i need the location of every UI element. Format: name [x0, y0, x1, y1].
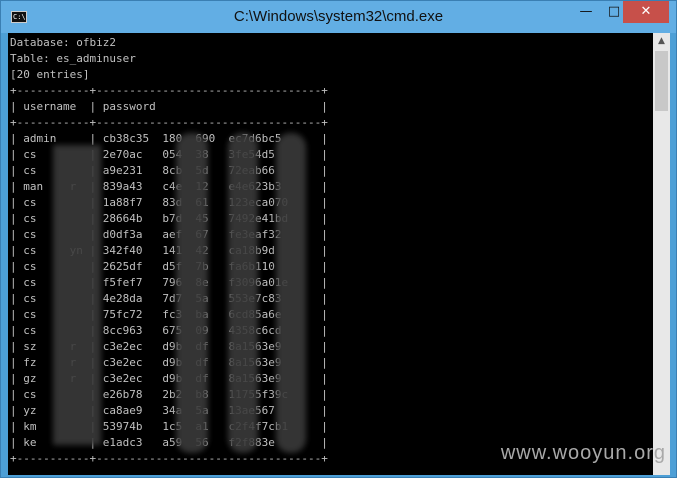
console-line: [20 entries]	[10, 68, 90, 81]
redaction-blur-password-3	[276, 133, 306, 453]
redaction-blur-username	[53, 145, 101, 445]
vertical-scrollbar[interactable]: ▲	[653, 33, 670, 475]
console-line: Database: ofbiz2	[10, 36, 116, 49]
close-button[interactable]: ✕	[623, 1, 669, 23]
table-header: | username | password |	[10, 100, 328, 113]
table-border: +-----------+---------------------------…	[10, 116, 328, 129]
console-output[interactable]: Database: ofbiz2 Table: es_adminuser [20 e…	[8, 33, 653, 475]
minimize-button[interactable]: —	[572, 1, 600, 23]
console-line: Table: es_adminuser	[10, 52, 136, 65]
cmd-window: C:\ C:\Windows\system32\cmd.exe — □ ✕ Da…	[0, 0, 677, 478]
watermark-text: www.wooyun.org	[500, 442, 666, 464]
title-bar[interactable]: C:\ C:\Windows\system32\cmd.exe — □ ✕	[1, 1, 676, 33]
redaction-blur-password-2	[228, 133, 258, 453]
scroll-thumb[interactable]	[655, 51, 668, 111]
redaction-blur-password-1	[176, 133, 208, 453]
table-border: +-----------+---------------------------…	[10, 84, 328, 97]
table-border: +-----------+---------------------------…	[10, 452, 328, 465]
scroll-up-icon[interactable]: ▲	[653, 33, 670, 50]
